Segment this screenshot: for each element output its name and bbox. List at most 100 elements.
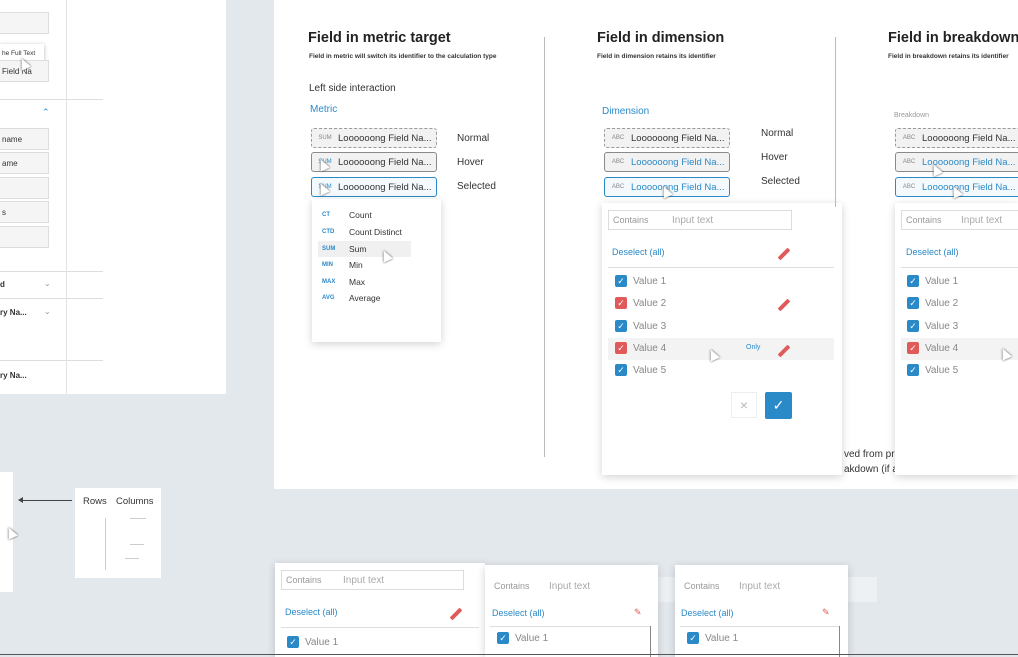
search-input[interactable]: Input text	[337, 575, 384, 586]
divider	[490, 626, 650, 627]
field-label: Loooooong Field Na...	[631, 132, 725, 144]
abc-tag: ABC	[902, 135, 916, 141]
value-row[interactable]: ✓ Value 4	[907, 342, 958, 354]
column-divider	[544, 37, 545, 457]
dimension-field-hover[interactable]: ABC Loooooong Field Na...	[604, 152, 730, 172]
dimension-field-normal[interactable]: ABC Loooooong Field Na...	[604, 128, 730, 148]
cancel-button[interactable]: ×	[731, 392, 757, 418]
menu-item-count-distinct[interactable]: CTD Count Distinct	[322, 227, 402, 237]
checkbox-checked[interactable]: ✓	[907, 320, 919, 332]
left-input-5[interactable]	[0, 177, 49, 199]
breakdown-title: Field in breakdown c	[888, 30, 1018, 46]
deselect-all-link[interactable]: Deselect (all)	[612, 247, 665, 257]
contains-input-row[interactable]: Contains Input text	[490, 576, 615, 596]
value-row[interactable]: ✓ Value 1	[287, 636, 338, 648]
checkbox-checked[interactable]: ✓	[287, 636, 299, 648]
dropdown-4[interactable]: ry Na...	[0, 371, 27, 380]
checkbox-checked[interactable]: ✓	[615, 320, 627, 332]
value-label: Value 1	[515, 632, 549, 644]
deselect-all-link[interactable]: Deselect (all)	[906, 247, 959, 257]
checkbox-checked[interactable]: ✓	[907, 297, 919, 309]
left-input-7[interactable]	[0, 226, 49, 248]
divider	[0, 298, 103, 299]
contains-input-row[interactable]: Contains Input text	[680, 576, 805, 596]
metric-field-selected[interactable]: SUM Loooooong Field Na...	[311, 177, 437, 197]
value-row[interactable]: ✓ Value 2	[615, 297, 666, 309]
breakdown-field-hover[interactable]: ABC Loooooong Field Na...	[895, 152, 1018, 172]
menu-item-max[interactable]: MAX Max	[322, 277, 365, 287]
value-row[interactable]: ✓ Value 5	[615, 364, 666, 376]
value-row[interactable]: ✓ Value 1	[615, 275, 666, 287]
value-label: Value 4	[925, 342, 959, 354]
value-row[interactable]: ✓ Value 4	[615, 342, 666, 354]
metric-field-hover[interactable]: SUM Loooooong Field Na...	[311, 152, 437, 172]
checkbox-checked[interactable]: ✓	[687, 632, 699, 644]
menu-item-average[interactable]: AVG Average	[322, 293, 381, 303]
dropdown-1[interactable]: d	[0, 280, 5, 289]
contains-dropdown[interactable]: Contains	[680, 581, 735, 591]
contains-dropdown[interactable]: Contains	[282, 575, 337, 585]
metric-field-normal[interactable]: SUM Loooooong Field Na...	[311, 128, 437, 148]
arrow-left-icon	[20, 500, 72, 501]
scrollbar[interactable]	[650, 626, 651, 657]
left-input-1[interactable]	[0, 12, 49, 34]
checkbox-checked[interactable]: ✓	[907, 342, 919, 354]
menu-label: Count Distinct	[349, 227, 402, 237]
search-input[interactable]: Input text	[664, 215, 713, 226]
divider	[901, 267, 1018, 268]
checkbox-checked[interactable]: ✓	[615, 342, 627, 354]
deselect-all-link[interactable]: Deselect (all)	[492, 608, 545, 618]
chevron-down-icon[interactable]: ⌄	[44, 307, 51, 316]
value-row[interactable]: ✓ Value 1	[497, 632, 548, 644]
search-input[interactable]: Input text	[957, 215, 1002, 226]
value-row[interactable]: ✓ Value 1	[687, 632, 738, 644]
rows-arrows-icon	[105, 518, 106, 570]
contains-input-row[interactable]: Contains Input text	[281, 570, 464, 590]
column-divider	[835, 37, 836, 207]
checkbox-checked[interactable]: ✓	[907, 364, 919, 376]
checkbox-checked[interactable]: ✓	[615, 275, 627, 287]
left-input-3[interactable]: name	[0, 128, 49, 150]
breakdown-field-normal[interactable]: ABC Loooooong Field Na...	[895, 128, 1018, 148]
value-row[interactable]: ✓ Value 3	[907, 320, 958, 332]
search-input[interactable]: Input text	[545, 581, 590, 592]
checkbox-checked[interactable]: ✓	[615, 297, 627, 309]
menu-item-count[interactable]: CT Count	[322, 210, 372, 220]
value-row[interactable]: ✓ Value 2	[907, 297, 958, 309]
contains-input-row[interactable]: Contains Input text	[901, 210, 1018, 230]
left-panel: he Full Text Field Na ⌃ name ame s d ⌄ r…	[0, 0, 226, 394]
only-link[interactable]: Only	[746, 344, 760, 351]
contains-dropdown[interactable]: Contains	[490, 581, 545, 591]
scrollbar[interactable]	[839, 626, 840, 657]
menu-item-min[interactable]: MIN Min	[322, 260, 363, 270]
value-label: Value 4	[633, 342, 667, 354]
value-label: Value 1	[305, 636, 339, 648]
value-row[interactable]: ✓ Value 5	[907, 364, 958, 376]
left-input-4[interactable]: ame	[0, 152, 49, 174]
contains-dropdown[interactable]: Contains	[609, 215, 664, 225]
menu-label: Count	[349, 210, 372, 220]
field-label: Loooooong Field Na...	[922, 132, 1016, 144]
field-label: Loooooong Field Na...	[338, 132, 432, 144]
dropdown-2[interactable]: ry Na...	[0, 308, 27, 317]
menu-item-sum[interactable]: SUM Sum	[322, 244, 366, 254]
chevron-up-icon[interactable]: ⌃	[42, 107, 50, 118]
deselect-all-link[interactable]: Deselect (all)	[285, 607, 338, 617]
contains-input-row[interactable]: Contains Input text	[608, 210, 792, 230]
value-row[interactable]: ✓ Value 1	[907, 275, 958, 287]
left-input-6[interactable]: s	[0, 201, 49, 223]
checkbox-checked[interactable]: ✓	[615, 364, 627, 376]
search-input[interactable]: Input text	[735, 581, 780, 592]
chevron-down-icon[interactable]: ⌄	[44, 279, 51, 288]
edit-pencil-icon[interactable]: ✎	[634, 607, 642, 618]
contains-dropdown[interactable]: Contains	[902, 215, 957, 225]
columns-arrows-icon	[130, 544, 144, 545]
value-row[interactable]: ✓ Value 3	[615, 320, 666, 332]
edit-pencil-icon[interactable]: ✎	[822, 607, 830, 618]
apply-button[interactable]: ✓	[765, 392, 792, 419]
value-label: Value 2	[925, 297, 959, 309]
state-selected: Selected	[457, 181, 496, 192]
checkbox-checked[interactable]: ✓	[907, 275, 919, 287]
deselect-all-link[interactable]: Deselect (all)	[681, 608, 734, 618]
checkbox-checked[interactable]: ✓	[497, 632, 509, 644]
